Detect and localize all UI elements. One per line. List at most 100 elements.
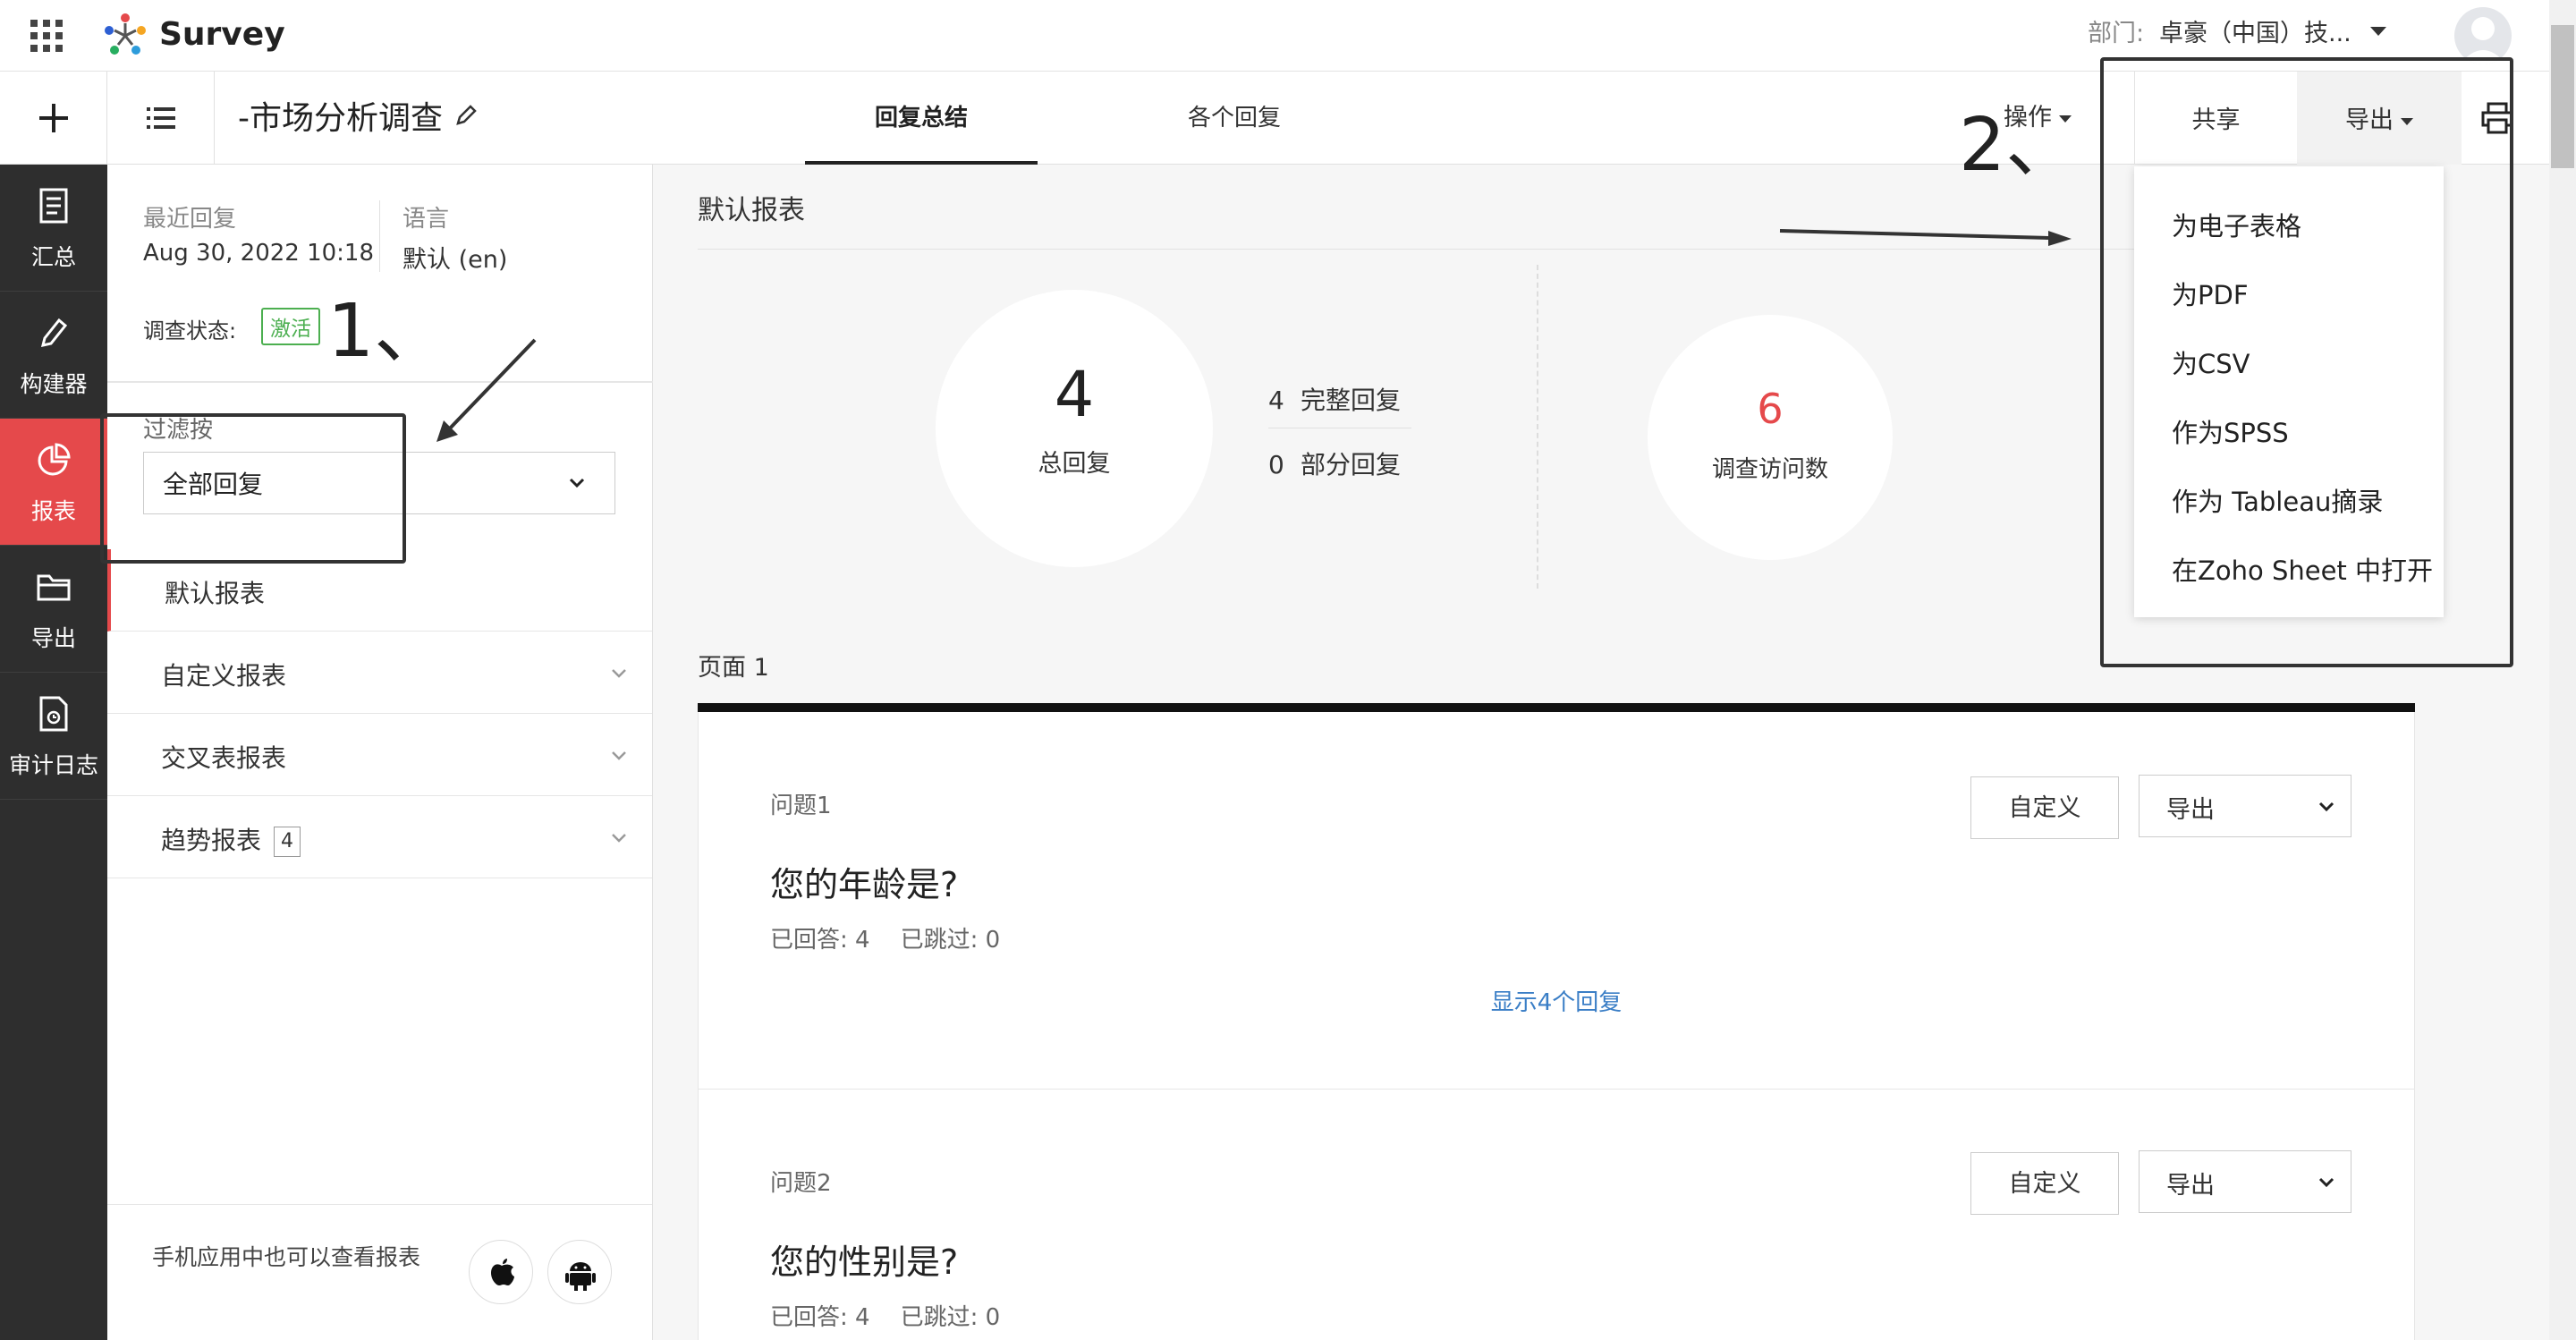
report-item-label: 趋势报表 [161, 826, 262, 855]
export-label: 导出 [2166, 796, 2215, 824]
annotation-step-1: 1、 [327, 289, 448, 374]
nav-item-label: 审计日志 [8, 752, 98, 778]
nav-item-label: 汇总 [30, 244, 76, 270]
partial-responses-stat: 0 部分回复 [1268, 445, 1401, 481]
customize-button[interactable]: 自定义 [1970, 776, 2119, 839]
chevron-down-icon [2318, 801, 2334, 812]
nav-item-summary[interactable]: 汇总 [0, 165, 107, 292]
folder-icon [37, 574, 71, 601]
list-icon [147, 107, 175, 129]
question-card: 问题2 您的性别是? 已回答: 4 已跳过: 0 自定义 导出 [698, 1090, 2415, 1340]
report-item-label: 交叉表报表 [161, 743, 287, 773]
nav-item-label: 构建器 [20, 371, 88, 397]
left-navigation: 汇总 构建器 报表 导出 审计日志 [0, 165, 107, 1340]
chevron-down-icon [612, 834, 626, 843]
user-avatar[interactable] [2454, 7, 2512, 64]
report-item-label-wrap: 趋势报表 4 [161, 821, 301, 857]
total-responses-count: 4 [1054, 358, 1095, 431]
chevron-down-icon [2318, 1177, 2334, 1188]
tab-response-summary[interactable]: 回复总结 [805, 72, 1038, 165]
question-title: 您的年龄是? [770, 865, 959, 904]
nav-item-audit-log[interactable]: 审计日志 [0, 673, 107, 800]
caret-down-icon[interactable] [2370, 27, 2386, 36]
apple-icon [491, 1259, 514, 1285]
question-export-dropdown[interactable]: 导出 [2139, 775, 2351, 837]
stats-divider [1537, 265, 1538, 589]
nav-item-reports[interactable]: 报表 [0, 419, 107, 546]
edit-title-icon[interactable] [453, 102, 479, 129]
survey-list-button[interactable] [107, 72, 215, 165]
meta-divider [379, 200, 380, 272]
question-card: 问题1 您的年龄是? 已回答: 4 已跳过: 0 自定义 导出 [698, 712, 2415, 1090]
create-button[interactable] [0, 72, 107, 165]
survey-visits-circle [1648, 315, 1893, 560]
partial-count: 0 [1268, 450, 1284, 479]
plus-icon [39, 104, 68, 132]
page-divider-bar [698, 703, 2415, 712]
nav-item-label: 报表 [30, 498, 76, 524]
android-app-button[interactable] [547, 1240, 612, 1304]
report-item-crosstab[interactable]: 交叉表报表 [107, 714, 652, 796]
customize-button[interactable]: 自定义 [1970, 1152, 2119, 1215]
scrollbar-thumb[interactable] [2551, 25, 2574, 168]
complete-responses-stat: 4 完整回复 [1268, 381, 1401, 417]
pie-chart-icon [38, 443, 71, 476]
status-badge: 激活 [261, 308, 320, 345]
report-item-label: 默认报表 [165, 579, 266, 608]
skipped-count: 已跳过: 0 [900, 1304, 1001, 1331]
department-selector[interactable]: 卓豪（中国）技... [2159, 16, 2351, 52]
skipped-count: 已跳过: 0 [900, 927, 1001, 954]
summary-icon [39, 188, 68, 224]
complete-label: 完整回复 [1301, 386, 1402, 415]
answered-count: 已回答: 4 [770, 1304, 870, 1331]
question-export-dropdown[interactable]: 导出 [2139, 1150, 2351, 1213]
page-label: 页面 1 [698, 654, 769, 682]
nav-item-builder[interactable]: 构建器 [0, 292, 107, 419]
survey-status-label: 调查状态: [143, 318, 237, 343]
survey-title: -市场分析调查 [238, 100, 443, 137]
question-stats: 已回答: 4 已跳过: 0 [770, 1299, 1030, 1332]
department-label: 部门: [2088, 20, 2145, 47]
question-number: 问题2 [770, 1170, 832, 1197]
trend-report-count-badge: 4 [274, 827, 301, 857]
report-item-label: 自定义报表 [161, 661, 287, 691]
mobile-app-text: 手机应用中也可以查看报表 [152, 1244, 421, 1270]
app-name: Survey [159, 16, 285, 53]
answered-count: 已回答: 4 [770, 927, 870, 954]
annotation-box-export [2100, 57, 2513, 667]
report-item-trend[interactable]: 趋势报表 4 [107, 796, 652, 878]
question-title: 您的性别是? [770, 1242, 959, 1282]
language-value: 默认 (en) [402, 246, 508, 274]
apps-grid-icon[interactable] [30, 20, 63, 52]
android-icon [565, 1262, 596, 1291]
tab-individual-responses[interactable]: 各个回复 [1118, 72, 1351, 165]
arrow-icon [1779, 229, 2072, 246]
chevron-down-icon [612, 669, 626, 678]
question-stats: 已回答: 4 已跳过: 0 [770, 921, 1030, 954]
pencil-icon [40, 318, 68, 347]
chevron-down-icon [612, 751, 626, 760]
export-label: 导出 [2166, 1172, 2215, 1200]
nav-item-label: 导出 [30, 625, 76, 651]
language-label: 语言 [402, 206, 450, 233]
page-scrollbar[interactable] [2549, 0, 2576, 1340]
show-responses-link[interactable]: 显示4个回复 [698, 984, 2415, 1017]
user-silhouette-icon [2460, 17, 2506, 64]
last-response-label: 最近回复 [143, 206, 237, 233]
ios-app-button[interactable] [469, 1240, 533, 1304]
panel-divider [107, 381, 653, 383]
survey-logo-icon [105, 13, 146, 55]
survey-visits-label: 调查访问数 [1711, 456, 1828, 483]
question-number: 问题1 [770, 793, 832, 819]
chevron-down-icon [569, 478, 585, 488]
report-item-custom[interactable]: 自定义报表 [107, 632, 652, 714]
report-heading: 默认报表 [698, 195, 805, 226]
survey-visits-count: 6 [1757, 385, 1784, 433]
last-response-value: Aug 30, 2022 10:18 [143, 240, 375, 267]
audit-log-icon [39, 696, 68, 732]
nav-item-export[interactable]: 导出 [0, 546, 107, 673]
partial-label: 部分回复 [1301, 450, 1402, 479]
annotation-step-2: 2、 [1959, 103, 2080, 188]
total-responses-label: 总回复 [1038, 450, 1111, 478]
annotation-box-filter [100, 413, 406, 564]
